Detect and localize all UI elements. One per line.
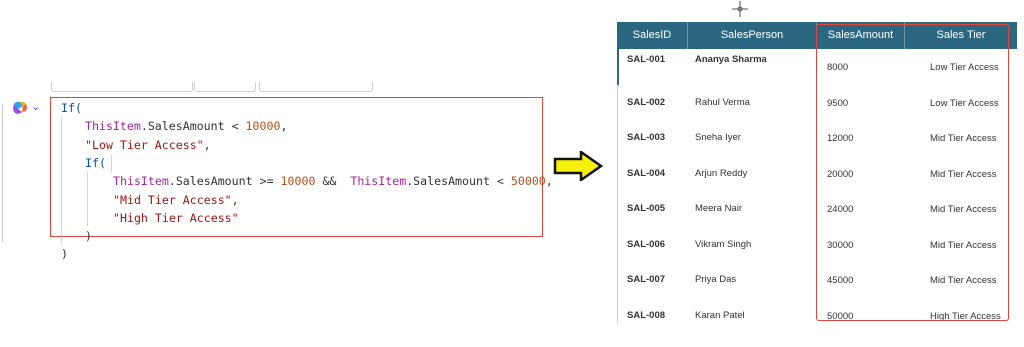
formula-line: "High Tier Access" bbox=[113, 209, 239, 227]
cell-salesid: SAL-003 bbox=[627, 132, 666, 143]
formula-line: ThisItem.SalesAmount < 10000, bbox=[85, 117, 287, 135]
formula-token: .SalesAmount < bbox=[140, 119, 246, 134]
cell-salesid: SAL-005 bbox=[627, 203, 666, 214]
cell-salesid: SAL-007 bbox=[627, 274, 666, 285]
formula-token: "High Tier Access" bbox=[113, 210, 239, 225]
formula-line: ) bbox=[85, 227, 92, 245]
cell-salesperson: Arjun Reddy bbox=[695, 167, 748, 179]
formula-token: 10000 bbox=[280, 174, 316, 189]
cell-salesid: SAL-006 bbox=[627, 238, 666, 250]
formula-line: ThisItem.SalesAmount >= 10000 && ThisIte… bbox=[113, 172, 553, 190]
formula-token: 10000 bbox=[245, 119, 281, 134]
indent-guide bbox=[87, 172, 88, 226]
cell-salesid: SAL-002 bbox=[627, 96, 666, 108]
formula-token: ThisItem bbox=[85, 119, 141, 134]
copilot-icon[interactable] bbox=[11, 100, 29, 116]
highlight-box bbox=[816, 24, 1009, 321]
cell-salesperson: Ananya Sharma bbox=[695, 54, 767, 65]
formula-token: ) bbox=[85, 229, 92, 244]
cell-salesperson: Vikram Singh bbox=[695, 238, 752, 250]
cell-salesperson: Sneha Iyer bbox=[695, 132, 741, 143]
chevron-down-icon[interactable]: ⌄ bbox=[31, 102, 40, 113]
cell-salesperson: Karan Patel bbox=[695, 309, 745, 321]
formula-line: "Mid Tier Access", bbox=[113, 191, 239, 209]
column-header-salesid[interactable]: SalesID bbox=[617, 22, 687, 49]
formula-token: , bbox=[545, 174, 553, 189]
formula-token: If( bbox=[61, 101, 82, 115]
formula-toolbar-box bbox=[194, 82, 256, 92]
indent-guide bbox=[111, 155, 112, 172]
formula-toolbar-box bbox=[259, 82, 373, 92]
formula-toolbar-box bbox=[51, 82, 193, 92]
formula-token: "Mid Tier Access" bbox=[113, 192, 232, 207]
formula-line: "Low Tier Access", bbox=[85, 136, 211, 154]
formula-token: , bbox=[280, 119, 288, 134]
formula-line: If( bbox=[85, 154, 106, 172]
cell-salesperson: Rahul Verma bbox=[695, 96, 750, 108]
formula-token: "Low Tier Access" bbox=[85, 137, 204, 152]
arrow-right-icon bbox=[553, 151, 603, 181]
formula-token: , bbox=[231, 192, 239, 207]
crosshair-icon bbox=[732, 1, 748, 17]
cell-salesid: SAL-008 bbox=[627, 309, 666, 321]
formula-editor[interactable]: If(ThisItem.SalesAmount < 10000, "Low Tie… bbox=[50, 97, 553, 261]
formula-token: , bbox=[203, 137, 211, 152]
column-header-salesperson[interactable]: SalesPerson bbox=[687, 22, 816, 49]
cell-salesid: SAL-001 bbox=[627, 54, 666, 65]
cell-salesperson: Priya Das bbox=[695, 274, 737, 285]
formula-token: ThisItem bbox=[350, 174, 407, 189]
formula-line: ) bbox=[61, 245, 68, 263]
editor-left-rule bbox=[2, 104, 3, 242]
formula-token: && bbox=[315, 174, 351, 189]
formula-token: ThisItem bbox=[113, 174, 169, 189]
formula-token: If( bbox=[85, 155, 106, 170]
formula-line: If( bbox=[61, 99, 82, 117]
cell-salesid: SAL-004 bbox=[627, 167, 666, 179]
formula-token: ) bbox=[61, 247, 68, 262]
indent-guide bbox=[61, 117, 62, 245]
formula-token: .SalesAmount < bbox=[406, 174, 511, 189]
formula-token: 50000 bbox=[510, 174, 546, 189]
formula-token: .SalesAmount >= bbox=[168, 174, 281, 189]
cell-salesperson: Meera Nair bbox=[695, 203, 742, 214]
